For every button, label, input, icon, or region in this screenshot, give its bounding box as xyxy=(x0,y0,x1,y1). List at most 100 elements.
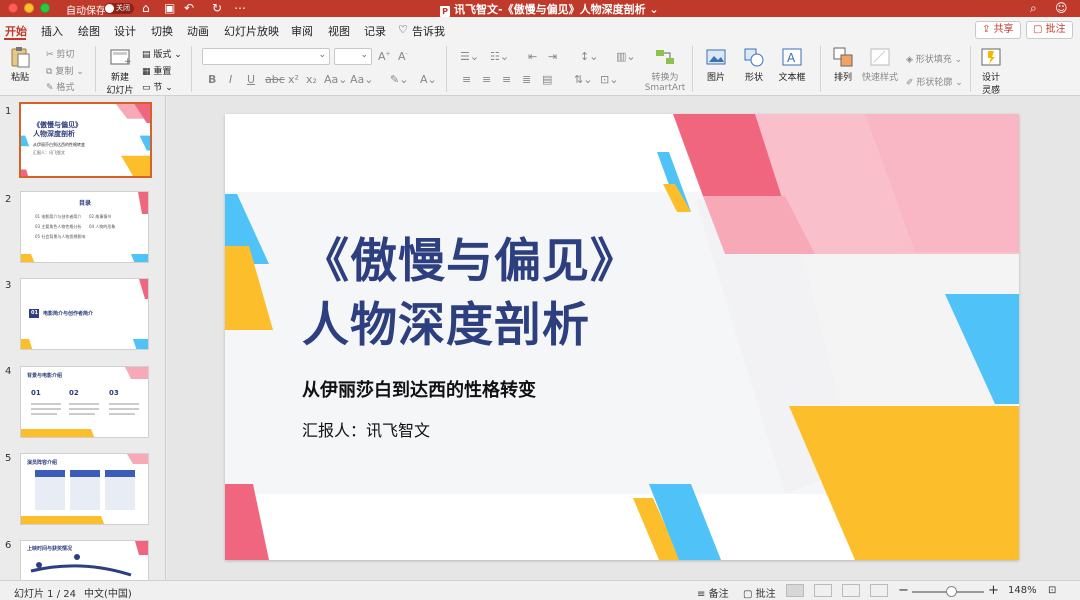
tab-insert[interactable]: 插入 xyxy=(41,23,63,39)
numbering-icon[interactable]: ☷⌄ xyxy=(490,50,509,63)
shape-fill-button[interactable]: ◈ 形状填充 ⌄ xyxy=(906,52,962,65)
tab-draw[interactable]: 绘图 xyxy=(78,23,100,39)
zoom-slider-handle[interactable] xyxy=(946,586,957,597)
slide-canvas[interactable]: 《傲慢与偏见》 人物深度剖析 从伊丽莎白到达西的性格转变 汇报人：讯飞智文 xyxy=(167,96,1080,580)
italic-icon[interactable]: I xyxy=(229,73,232,86)
arrange-button[interactable]: 排列 xyxy=(828,46,858,83)
layout-button[interactable]: ▤ 版式 ⌄ xyxy=(142,47,182,60)
tab-record[interactable]: 记录 xyxy=(364,23,386,39)
subscript-icon[interactable]: x₂ xyxy=(306,73,317,86)
language-indicator[interactable]: 中文(中国) xyxy=(84,585,132,600)
zoom-in-icon[interactable]: + xyxy=(988,583,999,598)
font-size-select[interactable]: ⌄ xyxy=(334,48,372,65)
thumb-title: 演员阵容介绍 xyxy=(27,460,58,466)
comment-button[interactable]: ▢ 批注 xyxy=(1026,21,1073,39)
thumbnail-slide-4[interactable]: 背景与电影介绍 01 02 03 xyxy=(20,366,149,438)
window-minimize-button[interactable] xyxy=(24,3,34,13)
strikethrough-icon[interactable]: abc xyxy=(265,73,285,86)
align-right-icon[interactable]: ≡ xyxy=(502,73,511,86)
slide-title-line-2[interactable]: 人物深度剖析 xyxy=(302,298,590,354)
bullets-icon[interactable]: ☰⌄ xyxy=(460,50,479,63)
zoom-level[interactable]: 148% xyxy=(1008,585,1037,596)
tab-tell-me[interactable]: 告诉我 xyxy=(412,23,445,39)
clear-format-icon[interactable]: Aa⌄ xyxy=(350,73,373,86)
new-slide-button[interactable]: + 新建 幻灯片 xyxy=(103,46,137,96)
superscript-icon[interactable]: x² xyxy=(288,73,299,86)
window-close-button[interactable] xyxy=(8,3,18,13)
search-icon[interactable]: ⌕ xyxy=(1030,1,1037,15)
account-icon[interactable]: ☺ xyxy=(1055,1,1068,15)
save-icon[interactable]: ▣ xyxy=(164,1,175,15)
decrease-indent-icon[interactable]: ⇤ xyxy=(528,50,537,63)
ribbon: 粘贴 ✂ 剪切 ⧉ 复制 ⌄ ✎ 格式 + 新建 幻灯片 ▤ 版式 ⌄ ▦ 重置… xyxy=(0,42,1080,96)
tab-slideshow[interactable]: 幻灯片放映 xyxy=(224,23,279,39)
change-case-icon[interactable]: Aa⌄ xyxy=(324,73,347,86)
thumbnail-slide-3[interactable]: 01 电影简介与创作者简介 xyxy=(20,278,149,350)
textbox-button[interactable]: A 文本框 xyxy=(775,46,809,83)
increase-indent-icon[interactable]: ⇥ xyxy=(548,50,557,63)
tab-design[interactable]: 设计 xyxy=(114,23,136,39)
reading-view-button[interactable] xyxy=(842,584,860,597)
thumb-title: 目录 xyxy=(79,200,92,207)
tab-animations[interactable]: 动画 xyxy=(187,23,209,39)
more-icon[interactable]: ⋯ xyxy=(234,1,246,15)
normal-view-button[interactable] xyxy=(786,584,804,597)
autosave-toggle[interactable]: 关闭 xyxy=(104,3,134,14)
highlight-icon[interactable]: ✎⌄ xyxy=(390,73,408,86)
picture-button[interactable]: 图片 xyxy=(700,46,732,83)
home-icon[interactable]: ⌂ xyxy=(142,1,150,15)
thumbnail-slide-6[interactable]: 上映时间与获奖情况 xyxy=(20,540,149,580)
thumb-number: 1 xyxy=(5,106,12,117)
justify-icon[interactable]: ≣ xyxy=(522,73,531,86)
design-label-1: 设计 xyxy=(981,73,1000,83)
distributed-icon[interactable]: ▤ xyxy=(542,73,552,86)
section-button[interactable]: ▭ 节 ⌄ xyxy=(142,80,173,93)
columns-icon[interactable]: ▥⌄ xyxy=(616,50,636,63)
shape-outline-button[interactable]: ✐ 形状轮廓 ⌄ xyxy=(906,75,963,88)
slide-thumbnail-pane[interactable]: 1 《傲慢与偏见》 人物深度剖析 从伊丽莎白到达西的性格转变 汇报人：讯飞智文 … xyxy=(0,96,166,580)
shape-button[interactable]: 形状 xyxy=(738,46,770,83)
increase-font-icon[interactable]: A+ xyxy=(378,50,391,63)
bold-icon[interactable]: B xyxy=(208,73,216,86)
fit-to-window-icon[interactable]: ⊡ xyxy=(1048,585,1056,596)
reset-button[interactable]: ▦ 重置 xyxy=(142,64,171,77)
cut-button[interactable]: ✂ 剪切 xyxy=(46,47,74,60)
quick-styles-button[interactable]: 快速样式 xyxy=(862,46,898,83)
copy-button[interactable]: ⧉ 复制 ⌄ xyxy=(46,64,84,77)
design-ideas-button[interactable]: 设计 灵感 xyxy=(976,46,1006,96)
align-center-icon[interactable]: ≡ xyxy=(482,73,491,86)
slide-title-line-1[interactable]: 《傲慢与偏见》 xyxy=(302,234,638,290)
share-button[interactable]: ⇪ 共享 xyxy=(975,21,1021,39)
thumbnail-slide-5[interactable]: 演员阵容介绍 xyxy=(20,453,149,525)
comments-button[interactable]: ▢ 批注 xyxy=(743,585,776,600)
slide-sorter-view-button[interactable] xyxy=(814,584,832,597)
slideshow-view-button[interactable] xyxy=(870,584,888,597)
tab-home[interactable]: 开始 xyxy=(5,23,27,39)
tab-view[interactable]: 视图 xyxy=(328,23,350,39)
paste-button[interactable]: 粘贴 xyxy=(6,46,34,83)
line-spacing-icon[interactable]: ↕⌄ xyxy=(580,50,598,63)
undo-icon[interactable]: ↶ xyxy=(184,1,194,15)
slide-subtitle[interactable]: 从伊丽莎白到达西的性格转变 xyxy=(302,376,536,402)
decrease-font-icon[interactable]: A- xyxy=(398,50,408,63)
tab-transitions[interactable]: 切换 xyxy=(151,23,173,39)
thumbnail-slide-1[interactable]: 《傲慢与偏见》 人物深度剖析 从伊丽莎白到达西的性格转变 汇报人：讯飞智文 xyxy=(19,102,152,178)
chevron-down-icon[interactable]: ⌄ xyxy=(649,3,658,16)
slide-reporter[interactable]: 汇报人：讯飞智文 xyxy=(302,417,430,441)
font-color-icon[interactable]: A⌄ xyxy=(420,73,437,86)
underline-icon[interactable]: U xyxy=(247,73,255,86)
align-text-icon[interactable]: ⊡⌄ xyxy=(600,73,618,86)
current-slide[interactable]: 《傲慢与偏见》 人物深度剖析 从伊丽莎白到达西的性格转变 汇报人：讯飞智文 xyxy=(225,114,1019,560)
tab-review[interactable]: 审阅 xyxy=(291,23,313,39)
redo-icon[interactable]: ↻ xyxy=(212,1,222,15)
font-name-select[interactable]: ⌄ xyxy=(202,48,330,65)
window-maximize-button[interactable] xyxy=(40,3,50,13)
convert-smartart-button[interactable]: 转换为 SmartArt xyxy=(644,46,686,93)
notes-button[interactable]: ≡ 备注 xyxy=(697,585,729,600)
thumbnail-slide-2[interactable]: 目录 01 电影简介与创作者简介 02 故事情节 03 主要角色人物性格分析 0… xyxy=(20,191,149,263)
zoom-out-icon[interactable]: − xyxy=(898,583,909,598)
align-left-icon[interactable]: ≡ xyxy=(462,73,471,86)
text-direction-icon[interactable]: ⇅⌄ xyxy=(574,73,592,86)
format-painter-button[interactable]: ✎ 格式 xyxy=(46,80,74,93)
thumb-number: 6 xyxy=(5,540,12,551)
